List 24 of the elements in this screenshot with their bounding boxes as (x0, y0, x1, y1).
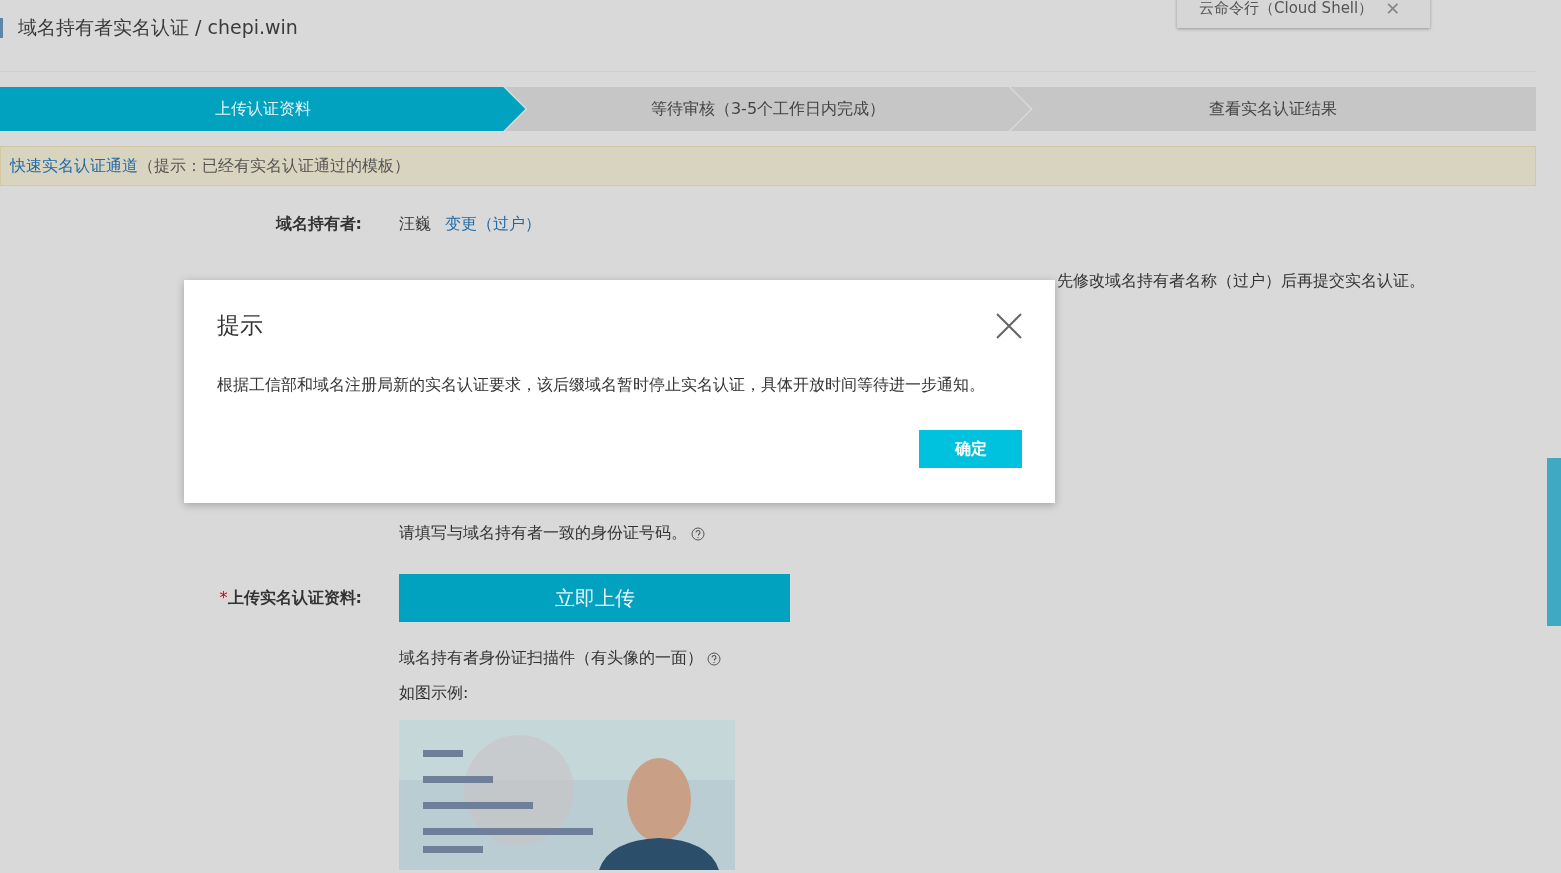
close-icon[interactable] (996, 312, 1022, 339)
help-icon[interactable] (707, 651, 721, 666)
cloud-shell-tab[interactable]: 云命令行（Cloud Shell） ✕ (1177, 0, 1430, 28)
progress-step: 查看实名认证结果 (1010, 87, 1536, 131)
help-icon[interactable] (691, 526, 705, 541)
close-icon[interactable]: ✕ (1385, 0, 1401, 19)
owner-name: 汪巍 (399, 214, 431, 235)
id-hint: 请填写与域名持有者一致的身份证号码。 (399, 523, 687, 544)
required-mark: * (219, 587, 228, 607)
fast-verify-link[interactable]: 快速实名认证通道 (10, 155, 138, 177)
upload-button[interactable]: 立即上传 (399, 574, 790, 622)
dialog-message: 根据工信部和域名注册局新的实名认证要求，该后缀域名暂时停止实名认证，具体开放时间等待进一步通知。 (217, 375, 986, 396)
scan-hint: 域名持有者身份证扫描件（有头像的一面） (399, 648, 703, 669)
change-owner-link[interactable]: 变更（过户） (445, 214, 541, 235)
dialog-title: 提示 (217, 311, 263, 340)
ok-button[interactable]: 确定 (919, 430, 1022, 468)
reminder-text: 先修改域名持有者名称（过户）后再提交实名认证。 (1057, 271, 1425, 290)
example-label: 如图示例: (399, 683, 469, 704)
notice-text: （提示：已经有实名认证通过的模板） (138, 155, 410, 177)
owner-label: 域名持有者: (275, 214, 362, 233)
upload-label: 上传实名认证资料: (227, 587, 362, 607)
progress-step: 等待审核（3-5个工作日内完成） (505, 87, 1031, 131)
progress-step: 上传认证资料 (0, 87, 526, 131)
page-title: 域名持有者实名认证 / chepi.win (18, 14, 298, 40)
